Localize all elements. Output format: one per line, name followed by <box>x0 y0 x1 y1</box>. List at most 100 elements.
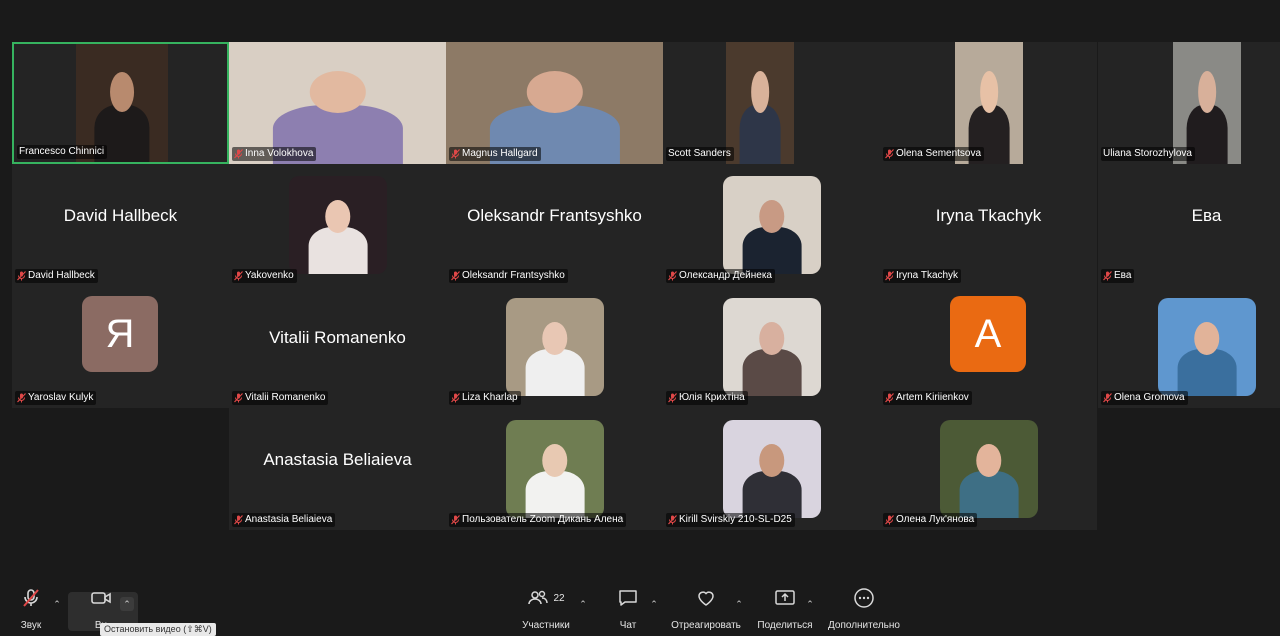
participant-tile[interactable]: Юлія Крихтіна <box>663 286 880 408</box>
participant-tile[interactable]: Kirill Svirskiy 210-SL-D25 <box>663 408 880 530</box>
participant-name: Olena Gromova <box>1114 392 1185 403</box>
participant-head <box>751 71 769 113</box>
participant-name: Oleksandr Frantsyshko <box>462 270 565 281</box>
mic-muted-icon <box>17 270 26 281</box>
mic-muted-icon <box>885 514 894 525</box>
participant-tile[interactable]: David Hallbeck David Hallbeck <box>12 164 229 286</box>
chat-caret-icon[interactable]: ⌃ <box>647 597 661 611</box>
more-label: Дополнительно <box>828 620 900 631</box>
participant-name: David Hallbeck <box>28 270 95 281</box>
participant-tile[interactable]: Пользователь Zoom Дикань Алена <box>446 408 663 530</box>
participant-name-label: Vitalii Romanenko <box>232 391 329 405</box>
mic-muted-icon <box>668 270 677 281</box>
more-button[interactable]: Дополнительно <box>826 585 902 631</box>
participant-video <box>726 42 794 164</box>
participant-tile[interactable]: Олександр Дейнека <box>663 164 880 286</box>
participant-name: Magnus Hallgard <box>462 148 538 159</box>
participant-video <box>1173 42 1241 164</box>
participant-name: Vitalii Romanenko <box>245 392 326 403</box>
mic-muted-icon <box>234 270 243 281</box>
participant-name: Ева <box>1114 270 1132 281</box>
participant-display-name: Vitalii Romanenko <box>269 328 406 347</box>
participant-tile[interactable]: Inna Volokhova <box>229 42 446 164</box>
chat-button[interactable]: Чат <box>614 585 642 631</box>
participant-display-name: David Hallbeck <box>63 206 178 225</box>
share-caret-icon[interactable]: ⌃ <box>803 597 817 611</box>
share-screen-icon <box>774 585 796 611</box>
participant-tile[interactable]: Liza Kharlap <box>446 286 663 408</box>
audio-caret-icon[interactable]: ⌃ <box>50 597 64 611</box>
mic-muted-icon <box>668 514 677 525</box>
participant-video <box>506 298 604 396</box>
video-tooltip: Остановить видео (⇧⌘V) <box>100 623 216 636</box>
participant-name-label: Юлія Крихтіна <box>666 391 748 405</box>
participant-display-name: Anastasia Beliaieva <box>263 450 412 469</box>
participant-display-name: Iryna Tkachyk <box>935 206 1042 225</box>
mic-muted-icon <box>17 392 26 403</box>
participant-tile[interactable]: A Artem Kiriienkov <box>880 286 1097 408</box>
mic-muted-icon <box>885 148 894 159</box>
participant-name-label: Artem Kiriienkov <box>883 391 972 405</box>
participant-tile[interactable]: Yakovenko <box>229 164 446 286</box>
participant-name-label: Inna Volokhova <box>232 147 317 161</box>
participant-video <box>955 42 1023 164</box>
participant-tile[interactable]: Francesco Chinnici <box>12 42 229 164</box>
participant-video <box>289 176 387 274</box>
react-label: Отреагировать <box>671 620 741 631</box>
participant-tile[interactable]: Vitalii Romanenko Vitalii Romanenko <box>229 286 446 408</box>
audio-button[interactable]: Звук <box>16 585 46 631</box>
participant-video <box>723 298 821 396</box>
participant-name: Yaroslav Kulyk <box>28 392 94 403</box>
participant-video <box>446 42 663 164</box>
participant-name-label: Scott Sanders <box>666 147 734 161</box>
camera-icon <box>90 585 112 611</box>
participant-name-label: Олена Лук'янова <box>883 513 978 527</box>
participant-tile[interactable]: Ева Ева <box>1098 164 1280 286</box>
heart-icon <box>695 585 717 611</box>
participant-body <box>742 470 802 518</box>
participant-video <box>940 420 1038 518</box>
participant-tile[interactable]: Olena Gromova <box>1098 286 1280 408</box>
participant-tile[interactable]: Олена Лук'янова <box>880 408 1097 530</box>
participants-count: 22 <box>553 592 565 604</box>
participant-tile[interactable]: Anastasia Beliaieva Anastasia Beliaieva <box>229 408 446 530</box>
participant-name: Artem Kiriienkov <box>896 392 969 403</box>
participant-tile[interactable]: Uliana Storozhylova <box>1098 42 1280 164</box>
participants-caret-icon[interactable]: ⌃ <box>576 597 590 611</box>
participant-name-label: Oleksandr Frantsyshko <box>449 269 568 283</box>
participant-body <box>1177 348 1237 396</box>
participant-name-label: Yaroslav Kulyk <box>15 391 97 405</box>
participant-tile[interactable]: Magnus Hallgard <box>446 42 663 164</box>
audio-label: Звук <box>20 620 42 631</box>
participant-name: Kirill Svirskiy 210-SL-D25 <box>679 514 792 525</box>
video-caret-icon[interactable]: ⌃ <box>120 597 134 611</box>
participant-tile[interactable]: Я Yaroslav Kulyk <box>12 286 229 408</box>
participant-name-label: Uliana Storozhylova <box>1101 147 1195 161</box>
more-dots-icon <box>853 585 875 611</box>
participant-name: Yakovenko <box>245 270 294 281</box>
participant-body <box>739 105 781 164</box>
participant-name: Anastasia Beliaieva <box>245 514 333 525</box>
participant-tile[interactable]: Olena Sementsova <box>880 42 1097 164</box>
mic-muted-icon <box>451 392 460 403</box>
mic-muted-icon <box>451 514 460 525</box>
participant-name-label: Magnus Hallgard <box>449 147 541 161</box>
mic-muted-icon <box>20 585 42 611</box>
participant-name: Liza Kharlap <box>462 392 518 403</box>
participant-body <box>959 470 1019 518</box>
participant-head <box>110 72 134 113</box>
react-caret-icon[interactable]: ⌃ <box>732 597 746 611</box>
participant-tile[interactable]: Scott Sanders <box>663 42 880 164</box>
participant-tile[interactable]: Iryna Tkachyk Iryna Tkachyk <box>880 164 1097 286</box>
participant-name: Scott Sanders <box>668 148 731 159</box>
participant-name: Олена Лук'янова <box>896 514 975 525</box>
participants-button[interactable]: 22 Участники <box>518 585 574 631</box>
participants-label: Участники <box>522 620 570 631</box>
mic-muted-icon <box>1103 270 1112 281</box>
participant-tile[interactable]: Oleksandr Frantsyshko Oleksandr Frantsysh… <box>446 164 663 286</box>
mic-muted-icon <box>1103 392 1112 403</box>
participant-name-label: Yakovenko <box>232 269 297 283</box>
participant-name-label: Liza Kharlap <box>449 391 521 405</box>
participant-body <box>742 226 802 274</box>
chat-bubble-icon <box>617 585 639 611</box>
